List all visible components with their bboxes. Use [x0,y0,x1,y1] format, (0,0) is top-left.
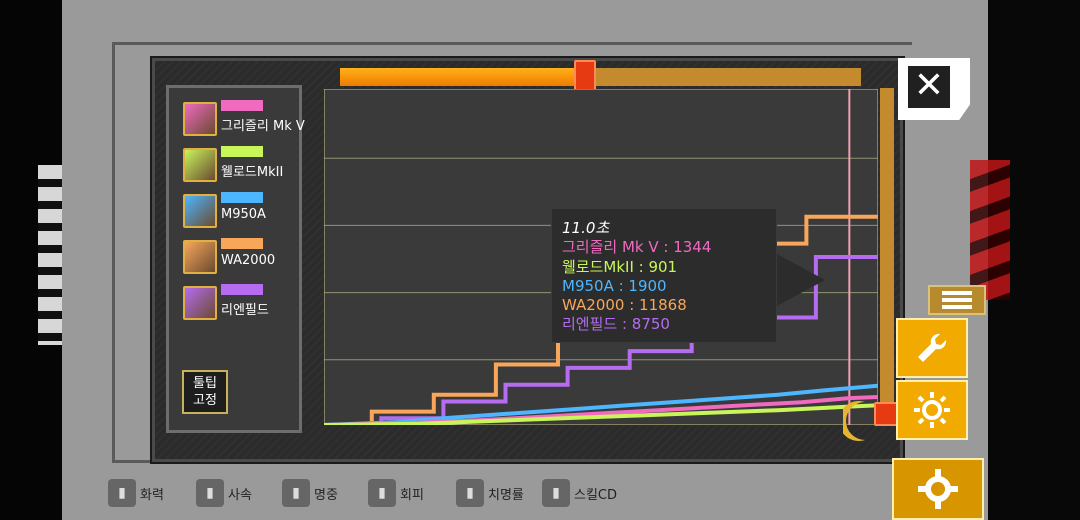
stat-4: ▮ 치명률 [456,478,524,508]
tooltip-line: 리엔필드 : 8750 [562,315,670,334]
close-button[interactable]: ✕ [898,58,970,120]
series-name: 웰로드MkII [221,165,284,180]
background-frame-line [112,42,912,45]
character-avatar [183,286,217,320]
hourglass-icon: ▮ [196,479,224,507]
list-button[interactable] [928,285,986,315]
character-avatar [183,102,217,136]
stat-0: ▮ 화력 [108,478,164,508]
gear-icon [918,469,958,509]
vertical-scroll-track[interactable] [880,88,894,425]
wrench-icon [918,333,947,362]
sun-icon [914,392,950,428]
stat-2: ▮ 명중 [282,478,338,508]
series-color-swatch [221,284,263,295]
percent-icon: ▮ [456,479,484,507]
tooltip-line: 그리즐리 Mk V : 1344 [562,238,712,257]
timeline-scrubber-fill [340,68,585,86]
character-avatar [183,148,217,182]
stat-label: 사속 [228,487,252,503]
skill-icon: ▮ [542,479,570,507]
series-name: WA2000 [221,253,276,268]
gear-button[interactable] [892,458,984,520]
tooltip-time: 11.0초 [562,219,610,237]
stat-label: 회피 [400,487,424,503]
tooltip-line: 웰로드MkII : 901 [562,257,678,276]
tooltip-fix-button[interactable]: 툴팁 고정 [182,370,228,414]
series-color-swatch [221,238,263,249]
wrench-button[interactable] [896,318,968,378]
background-frame-line [112,42,115,462]
tooltip-arrow [777,254,825,306]
data-tooltip: 11.0초 그리즐리 Mk V : 1344 웰로드MkII : 901 M950A… [551,208,825,343]
settings-button[interactable] [896,380,968,440]
stat-label: 화력 [140,487,164,503]
stat-label: 스킬CD [574,487,618,503]
stat-3: ▮ 회피 [368,478,424,508]
stat-label: 명중 [314,487,338,503]
list-icon [942,291,972,309]
tooltip-line: M950A : 1900 [562,276,667,295]
character-avatar [183,194,217,228]
stat-1: ▮ 사속 [196,478,252,508]
game-screen: ▮ 화력 ▮ 사속 ▮ 명중 ▮ 회피 ▮ 치명률 ▮ 스킬CD 그리즐리 Mk V 웰로드MkII M9… [0,0,1080,520]
close-icon: ✕ [908,66,950,108]
series-name: 리엔필드 [221,303,269,318]
series-name: M950A [221,207,266,222]
bullet-icon: ▮ [108,479,136,507]
stat-label: 치명률 [488,487,524,503]
tooltip-fix-label: 툴팁 고정 [193,376,217,408]
series-name: 그리즐리 Mk V [221,119,305,134]
stat-5: ▮ 스킬CD [542,478,617,508]
dodge-icon: ▮ [368,479,396,507]
character-avatar [183,240,217,274]
series-color-swatch [221,146,263,157]
crosshair-icon: ▮ [282,479,310,507]
series-color-swatch [221,192,263,203]
right-decoration [970,160,1010,300]
left-decoration [38,165,64,345]
series-color-swatch [221,100,263,111]
tooltip-line: WA2000 : 11868 [562,296,687,315]
moon-icon [843,401,865,441]
